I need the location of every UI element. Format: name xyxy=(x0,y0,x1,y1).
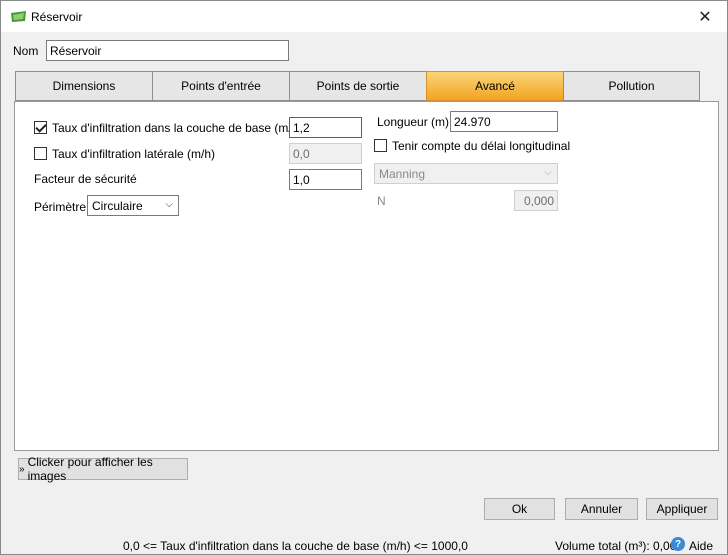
lateral-infiltration-label: Taux d'infiltration latérale (m/h) xyxy=(52,147,216,161)
base-infiltration-checkbox[interactable] xyxy=(34,121,47,134)
length-input[interactable]: 24.970 xyxy=(450,111,558,132)
base-infiltration-input[interactable]: 1,2 xyxy=(289,117,362,138)
lateral-infiltration-checkbox[interactable] xyxy=(34,147,47,160)
chevron-down-icon: ⌵ xyxy=(544,167,552,178)
window-title: Réservoir xyxy=(31,10,83,24)
lateral-infiltration-input[interactable]: 0,0 xyxy=(289,143,362,164)
tab-outlet-points[interactable]: Points de sortie xyxy=(289,71,426,101)
safety-factor-label: Facteur de sécurité xyxy=(34,172,137,186)
tab-pollution[interactable]: Pollution xyxy=(563,71,700,101)
longitudinal-delay-label: Tenir compte du délai longitudinal xyxy=(392,139,571,153)
base-infiltration-label: Taux d'infiltration dans la couche de ba… xyxy=(52,121,303,135)
double-chevron-down-icon: » xyxy=(19,463,25,475)
name-label: Nom xyxy=(13,44,39,58)
n-label: N xyxy=(377,194,386,208)
tab-dimensions[interactable]: Dimensions xyxy=(15,71,152,101)
title-bar: Réservoir ✕ xyxy=(1,1,727,32)
show-images-button[interactable]: » Clicker pour afficher les images xyxy=(18,455,188,483)
apply-button[interactable]: Appliquer xyxy=(646,498,718,520)
tab-inlet-points[interactable]: Points d'entrée xyxy=(152,71,289,101)
tab-bar: Dimensions Points d'entrée Points de sor… xyxy=(15,71,700,101)
safety-factor-input[interactable]: 1,0 xyxy=(289,169,362,190)
n-input[interactable]: 0,000 xyxy=(514,190,558,211)
longitudinal-delay-checkbox[interactable] xyxy=(374,139,387,152)
advanced-panel: Taux d'infiltration dans la couche de ba… xyxy=(14,101,719,451)
show-images-label: Clicker pour afficher les images xyxy=(27,455,153,483)
ok-button[interactable]: Ok xyxy=(484,498,555,520)
perimeter-value: Circulaire xyxy=(92,199,143,213)
name-field[interactable]: Réservoir xyxy=(46,40,289,61)
help-label[interactable]: Aide xyxy=(689,539,713,553)
perimeter-select[interactable]: Circulaire ⌵ xyxy=(87,195,179,216)
roughness-value: Manning xyxy=(379,167,426,181)
close-button[interactable]: ✕ xyxy=(683,1,727,32)
length-label: Longueur (m) xyxy=(377,115,450,129)
tab-advanced[interactable]: Avancé xyxy=(426,71,563,101)
reservoir-dialog: Réservoir ✕ Nom Réservoir Dimensions Poi… xyxy=(0,0,728,555)
range-hint: 0,0 <= Taux d'infiltration dans la couch… xyxy=(123,539,468,553)
roughness-select[interactable]: Manning ⌵ xyxy=(374,163,558,184)
reservoir-icon xyxy=(11,11,26,22)
perimeter-label: Périmètre xyxy=(34,200,87,214)
total-volume: Volume total (m³): 0,000 xyxy=(555,539,684,553)
help-icon[interactable]: ? xyxy=(671,537,685,551)
chevron-down-icon: ⌵ xyxy=(165,199,173,210)
cancel-button[interactable]: Annuler xyxy=(565,498,638,520)
